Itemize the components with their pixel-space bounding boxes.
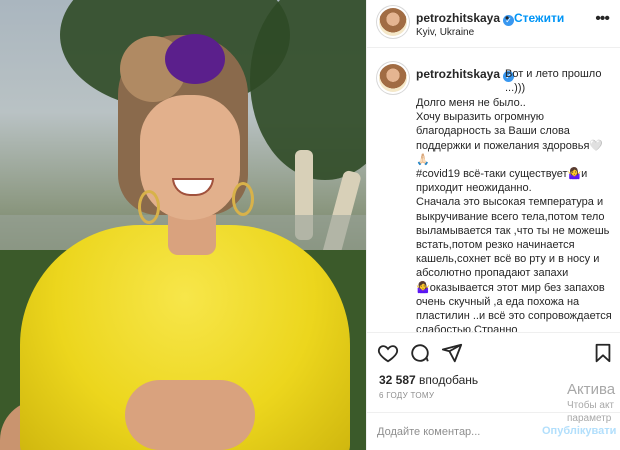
hoop-earring: [232, 182, 254, 216]
post-timestamp[interactable]: 6 ГОДУ ТОМУ: [379, 391, 434, 400]
more-options-icon[interactable]: •••: [595, 10, 610, 28]
comment-input[interactable]: [377, 424, 537, 440]
caption-line: Долго меня не было..: [416, 97, 526, 109]
caption-line[interactable]: #covid19 всё-таки существует🤷‍♀️и приход…: [416, 167, 612, 195]
avatar[interactable]: [379, 64, 407, 92]
follow-button[interactable]: Стежити: [514, 11, 564, 25]
publish-button[interactable]: Опублікувати: [542, 425, 616, 437]
username-link[interactable]: petrozhitskaya ✓: [416, 11, 515, 26]
separator-dot: •: [505, 11, 510, 25]
comment-bar: Опублікувати: [367, 412, 620, 450]
location-link[interactable]: Kyiv, Ukraine: [416, 27, 474, 38]
caption-first-line: Вот и лето прошло ...))): [505, 68, 602, 94]
likes-label[interactable]: вподобань: [419, 373, 478, 387]
action-bar: [367, 332, 620, 370]
caption: petrozhitskaya ✓ Вот и лето прошло ...)))…: [367, 60, 620, 332]
post-header: petrozhitskaya ✓ • Стежити Kyiv, Ukraine …: [367, 0, 620, 48]
comment-icon[interactable]: [409, 342, 431, 364]
activation-title: Актива: [567, 381, 616, 398]
bookmark-icon[interactable]: [592, 342, 614, 364]
avatar[interactable]: [379, 8, 407, 36]
activation-hint: Чтобы акт: [567, 400, 615, 411]
caption-line: Сначала это высокая температура и выкруч…: [416, 196, 612, 332]
heart-icon[interactable]: [377, 342, 399, 364]
likes-count[interactable]: 32 587 вподобань: [379, 373, 478, 387]
caption-line: Хочу выразить огромную благодарность за …: [416, 111, 604, 166]
caption-body: Долго меня не было.. Хочу выразить огром…: [416, 96, 612, 332]
hoop-earring: [138, 190, 160, 224]
likes-number[interactable]: 32 587: [379, 373, 416, 387]
post-side-panel: petrozhitskaya ✓ • Стежити Kyiv, Ukraine …: [366, 0, 620, 450]
caption-username-text[interactable]: petrozhitskaya: [416, 67, 500, 81]
share-icon[interactable]: [441, 342, 463, 364]
post-photo[interactable]: [0, 0, 366, 450]
clasped-hands: [125, 380, 255, 450]
caption-username[interactable]: petrozhitskaya ✓: [416, 67, 515, 82]
purple-scrunchie: [165, 34, 225, 84]
username-text[interactable]: petrozhitskaya: [416, 11, 500, 25]
